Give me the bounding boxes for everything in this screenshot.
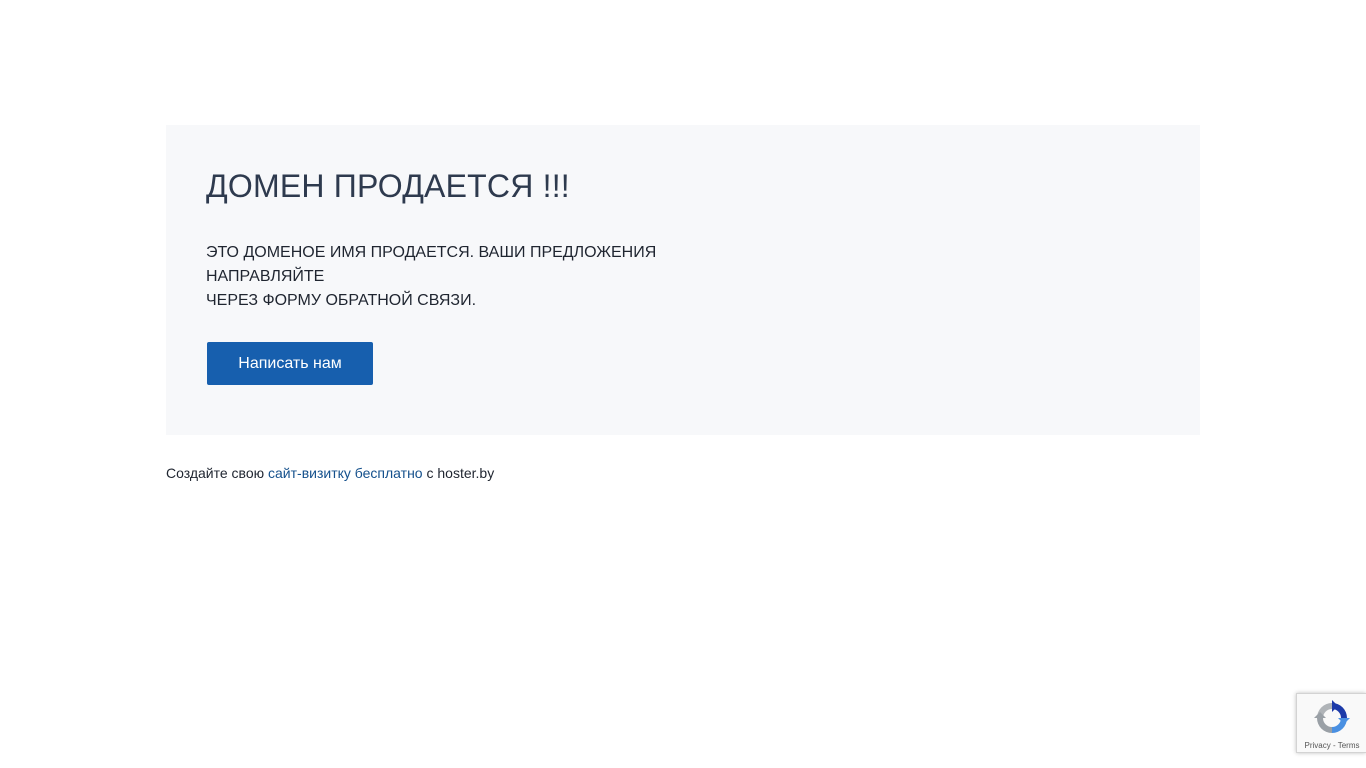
recaptcha-badge[interactable]: Privacy - Terms bbox=[1296, 693, 1366, 753]
sale-description-line-2: ЧЕРЕЗ ФОРМУ ОБРАТНОЙ СВЯЗИ. bbox=[206, 292, 477, 309]
sale-description-line-1: ЭТО ДОМЕНОЕ ИМЯ ПРОДАЕТСЯ. ВАШИ ПРЕДЛОЖЕ… bbox=[206, 244, 657, 285]
recaptcha-terms-link[interactable]: Terms bbox=[1338, 741, 1360, 750]
page: ДОМЕН ПРОДАЕТСЯ !!! ЭТО ДОМЕНОЕ ИМЯ ПРОД… bbox=[0, 0, 1366, 768]
free-site-link[interactable]: сайт-визитку бесплатно bbox=[268, 465, 423, 481]
footer-suffix: с hoster.by bbox=[426, 465, 495, 481]
page-title: ДОМЕН ПРОДАЕТСЯ !!! bbox=[206, 168, 570, 204]
footer-note: Создайте свою сайт-визитку бесплатно с h… bbox=[166, 464, 494, 482]
sale-description: ЭТО ДОМЕНОЕ ИМЯ ПРОДАЕТСЯ. ВАШИ ПРЕДЛОЖЕ… bbox=[206, 241, 766, 313]
footer-prefix: Создайте свою bbox=[166, 465, 265, 481]
recaptcha-links: Privacy - Terms bbox=[1297, 741, 1366, 751]
recaptcha-icon bbox=[1314, 700, 1350, 733]
recaptcha-separator: - bbox=[1332, 741, 1336, 750]
recaptcha-privacy-link[interactable]: Privacy bbox=[1305, 741, 1331, 750]
domain-sale-panel: ДОМЕН ПРОДАЕТСЯ !!! ЭТО ДОМЕНОЕ ИМЯ ПРОД… bbox=[166, 125, 1200, 435]
contact-us-button[interactable]: Написать нам bbox=[207, 342, 373, 385]
